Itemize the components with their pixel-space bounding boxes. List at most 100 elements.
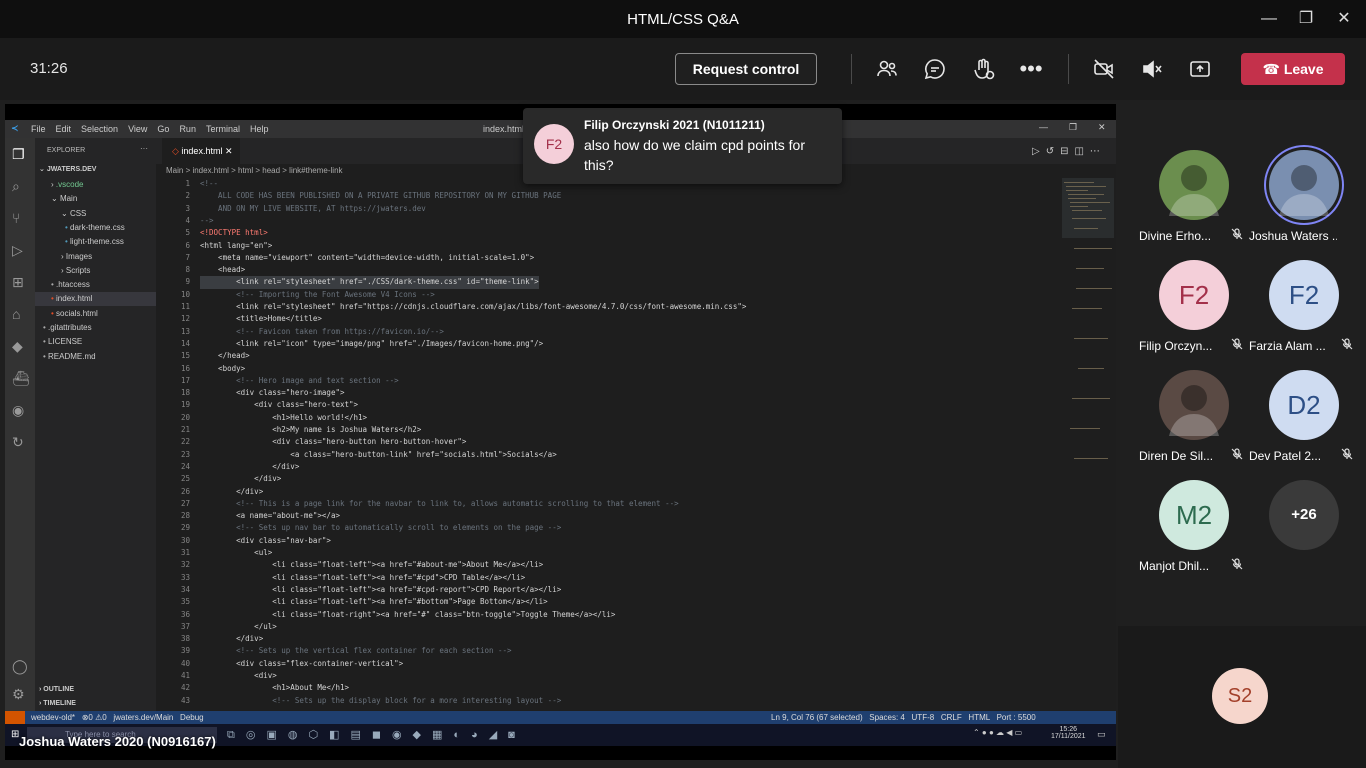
code-line[interactable]: <!-- Sets up the display block for a mor…: [200, 695, 561, 707]
status-left[interactable]: webdev-old* ⊗0 ⚠0 jwaters.dev/Main Debug: [31, 713, 204, 722]
vscode-minimize-icon[interactable]: —: [1039, 122, 1048, 132]
tree-item[interactable]: • .htaccess: [35, 278, 156, 292]
tree-item[interactable]: › Scripts: [35, 264, 156, 278]
code-line[interactable]: <a class="hero-button-link" href="social…: [200, 449, 556, 461]
extensions-icon[interactable]: ⊞: [12, 274, 24, 291]
leave-button[interactable]: ☎ Leave: [1241, 53, 1345, 85]
participant-tile[interactable]: +26: [1249, 474, 1359, 574]
code-line[interactable]: <div class="hero-text">: [200, 399, 358, 411]
tree-item[interactable]: • socials.html: [35, 307, 156, 321]
tree-item[interactable]: › .vscode: [35, 178, 156, 192]
code-line[interactable]: <!DOCTYPE html>: [200, 227, 268, 239]
taskbar-app-icons[interactable]: ⧉◎▣◍⬡◧▤◼◉◆▦◐◕◢◙: [227, 728, 627, 742]
code-editor[interactable]: 1 <!-- 2 ALL CODE HAS BEEN PUBLISHED ON A …: [156, 178, 1060, 711]
code-line[interactable]: </ul>: [200, 621, 277, 633]
source-control-icon[interactable]: ⑂: [12, 210, 20, 226]
code-line[interactable]: <div class="hero-image">: [200, 387, 344, 399]
menu-item-go[interactable]: Go: [157, 124, 169, 134]
code-line[interactable]: <!-- Importing the Font Awesome V4 Icons…: [200, 289, 435, 301]
tree-item[interactable]: ⌄ Main: [35, 192, 156, 206]
tree-item[interactable]: • README.md: [35, 350, 156, 364]
taskbar-clock[interactable]: 15:26 17/11/2021: [1051, 726, 1086, 740]
tree-item[interactable]: • dark-theme.css: [35, 221, 156, 235]
search-icon[interactable]: ⌕: [12, 178, 20, 195]
code-line[interactable]: <div class="nav-bar">: [200, 535, 331, 547]
system-tray-icons[interactable]: ⌃ ● ● ☁ ◀ ▭: [973, 728, 1022, 737]
menu-item-terminal[interactable]: Terminal: [206, 124, 240, 134]
code-line[interactable]: <ul>: [200, 547, 272, 559]
notification-center-icon[interactable]: ▭: [1097, 729, 1106, 740]
code-line[interactable]: </head>: [200, 350, 250, 362]
code-line[interactable]: <link rel="stylesheet" href="./CSS/dark-…: [200, 276, 539, 289]
vscode-maximize-icon[interactable]: ❐: [1069, 122, 1077, 133]
mic-off-icon[interactable]: [1139, 57, 1165, 83]
reactions-icon[interactable]: [970, 57, 996, 83]
remote-indicator-icon[interactable]: [5, 711, 25, 724]
participant-tile[interactable]: Joshua Waters ...: [1249, 144, 1359, 244]
participant-tile[interactable]: F2 Farzia Alam ...: [1249, 254, 1359, 354]
tree-item[interactable]: • light-theme.css: [35, 235, 156, 249]
menu-item-run[interactable]: Run: [179, 124, 196, 134]
request-control-button[interactable]: Request control: [675, 53, 817, 85]
code-line[interactable]: <h2>My name is Joshua Waters</h2>: [200, 424, 421, 436]
tree-item[interactable]: • .gitattributes: [35, 321, 156, 335]
timeline-section[interactable]: › TIMELINE: [39, 700, 76, 707]
code-line[interactable]: AND ON MY LIVE WEBSITE, AT https://jwate…: [200, 203, 426, 215]
code-line[interactable]: <h1>Hello world!</h1>: [200, 412, 367, 424]
editor-actions[interactable]: ▷↺⊟◫⋯: [1032, 146, 1106, 157]
run-debug-icon[interactable]: ▷: [12, 242, 23, 259]
github-icon[interactable]: ◉: [12, 402, 24, 419]
menu-item-view[interactable]: View: [128, 124, 147, 134]
code-line[interactable]: <body>: [200, 363, 245, 375]
tab-index-html[interactable]: ◇ index.html ✕: [162, 138, 240, 164]
chat-icon[interactable]: [922, 57, 948, 83]
breadcrumb-path[interactable]: Main > index.html > html > head > link#t…: [166, 166, 343, 175]
status-right[interactable]: Ln 9, Col 76 (67 selected) Spaces: 4 UTF…: [771, 713, 1036, 722]
participant-tile[interactable]: Diren De Sil...: [1139, 364, 1249, 464]
minimap[interactable]: [1060, 178, 1116, 478]
code-line[interactable]: <div class="flex-container-vertical">: [200, 658, 403, 670]
code-line[interactable]: <!-- Sets up nav bar to automatically sc…: [200, 522, 561, 534]
code-line[interactable]: <!-- This is a page link for the navbar …: [200, 498, 679, 510]
code-line[interactable]: </div>: [200, 633, 263, 645]
close-icon[interactable]: ✕: [1333, 8, 1355, 30]
code-line[interactable]: </div>: [200, 486, 263, 498]
code-line[interactable]: <a name="about-me"></a>: [200, 510, 340, 522]
menu-item-file[interactable]: File: [31, 124, 46, 134]
tree-item[interactable]: › Images: [35, 250, 156, 264]
code-line[interactable]: <li class="float-left"><a href="#cpd-rep…: [200, 584, 561, 596]
code-line[interactable]: <li class="float-left"><a href="#cpd">CP…: [200, 572, 525, 584]
docker-icon[interactable]: ⛴: [12, 370, 30, 387]
menu-item-edit[interactable]: Edit: [56, 124, 72, 134]
code-line[interactable]: <link rel="stylesheet" href="https://cdn…: [200, 301, 746, 313]
camera-off-icon[interactable]: [1091, 57, 1117, 83]
tree-item[interactable]: • LICENSE: [35, 335, 156, 349]
code-line[interactable]: <!--: [200, 178, 218, 190]
maximize-icon[interactable]: ❐: [1295, 8, 1317, 30]
menu-item-selection[interactable]: Selection: [81, 124, 118, 134]
participant-tile[interactable]: M2 Manjot Dhil...: [1139, 474, 1249, 574]
participant-tile[interactable]: D2 Dev Patel 2...: [1249, 364, 1359, 464]
minimize-icon[interactable]: —: [1258, 8, 1280, 30]
git-icon[interactable]: ◆: [12, 338, 23, 355]
code-line[interactable]: </div>: [200, 461, 299, 473]
code-line[interactable]: <html lang="en">: [200, 240, 272, 252]
code-line[interactable]: <h1>About Me</h1>: [200, 682, 349, 694]
vscode-close-icon[interactable]: ✕: [1098, 122, 1106, 133]
account-icon[interactable]: ◯: [12, 658, 28, 675]
code-line[interactable]: <head>: [200, 264, 245, 276]
code-line[interactable]: <!-- Sets up the vertical flex container…: [200, 645, 511, 657]
code-line[interactable]: <li class="float-right"><a href="#" clas…: [200, 609, 615, 621]
code-line[interactable]: <!-- Favicon taken from https://favicon.…: [200, 326, 444, 338]
tree-item[interactable]: ⌄ CSS: [35, 207, 156, 221]
code-line[interactable]: </div>: [200, 473, 281, 485]
explorer-icon[interactable]: ❐: [12, 146, 25, 163]
code-line[interactable]: ALL CODE HAS BEEN PUBLISHED ON A PRIVATE…: [200, 190, 561, 202]
people-icon[interactable]: [874, 57, 900, 83]
tree-item[interactable]: • index.html: [35, 292, 156, 307]
code-line[interactable]: <div class="hero-button hero-button-hove…: [200, 436, 466, 448]
code-line[interactable]: <!-- Hero image and text section -->: [200, 375, 399, 387]
code-line[interactable]: <meta name="viewport" content="width=dev…: [200, 252, 534, 264]
workspace-root[interactable]: ⌄ JWATERS.DEV: [39, 165, 96, 173]
code-line[interactable]: <li class="float-left"><a href="#about-m…: [200, 559, 543, 571]
